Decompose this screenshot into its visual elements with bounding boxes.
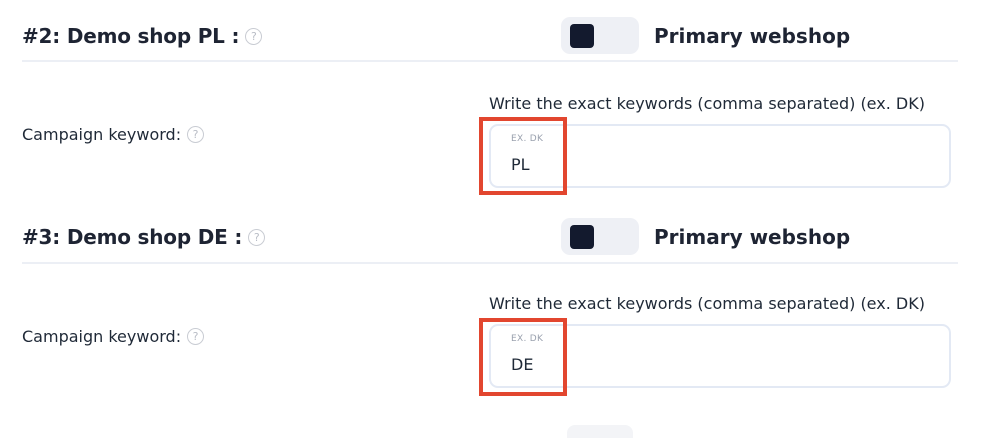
- shop-title: #3: Demo shop DE : ?: [22, 225, 266, 249]
- question-circle-icon[interactable]: ?: [187, 328, 205, 345]
- question-circle-icon[interactable]: ?: [187, 126, 205, 143]
- section-divider: [22, 60, 958, 62]
- shop-settings-panel: #2: Demo shop PL : ? Primary webshop Cam…: [0, 0, 982, 438]
- campaign-keyword-label-text: Campaign keyword:: [22, 125, 182, 144]
- campaign-keyword-input[interactable]: EX. DK PL: [489, 124, 951, 188]
- toggle-knob: [570, 225, 594, 249]
- campaign-keyword-label: Campaign keyword: ?: [22, 327, 205, 346]
- primary-webshop-toggle[interactable]: [561, 218, 639, 255]
- keyword-hint: Write the exact keywords (comma separate…: [489, 94, 925, 113]
- input-value[interactable]: DE: [511, 355, 533, 374]
- input-floating-label: EX. DK: [511, 134, 544, 144]
- campaign-keyword-input[interactable]: EX. DK DE: [489, 324, 951, 388]
- question-circle-icon[interactable]: ?: [245, 27, 263, 45]
- keyword-hint: Write the exact keywords (comma separate…: [489, 294, 925, 313]
- section-divider: [22, 262, 958, 264]
- shop-title-text: #2: Demo shop PL :: [22, 24, 240, 48]
- primary-webshop-label: Primary webshop: [654, 225, 851, 249]
- primary-webshop-label: Primary webshop: [654, 24, 851, 48]
- question-circle-icon[interactable]: ?: [248, 228, 266, 246]
- toggle-knob: [570, 24, 594, 48]
- primary-webshop-toggle[interactable]: [561, 17, 639, 54]
- campaign-keyword-label: Campaign keyword: ?: [22, 125, 205, 144]
- input-value[interactable]: PL: [511, 155, 530, 174]
- next-section-toggle-partial[interactable]: [567, 425, 633, 438]
- campaign-keyword-label-text: Campaign keyword:: [22, 327, 182, 346]
- shop-title-text: #3: Demo shop DE :: [22, 225, 243, 249]
- shop-title: #2: Demo shop PL : ?: [22, 24, 263, 48]
- input-floating-label: EX. DK: [511, 334, 544, 344]
